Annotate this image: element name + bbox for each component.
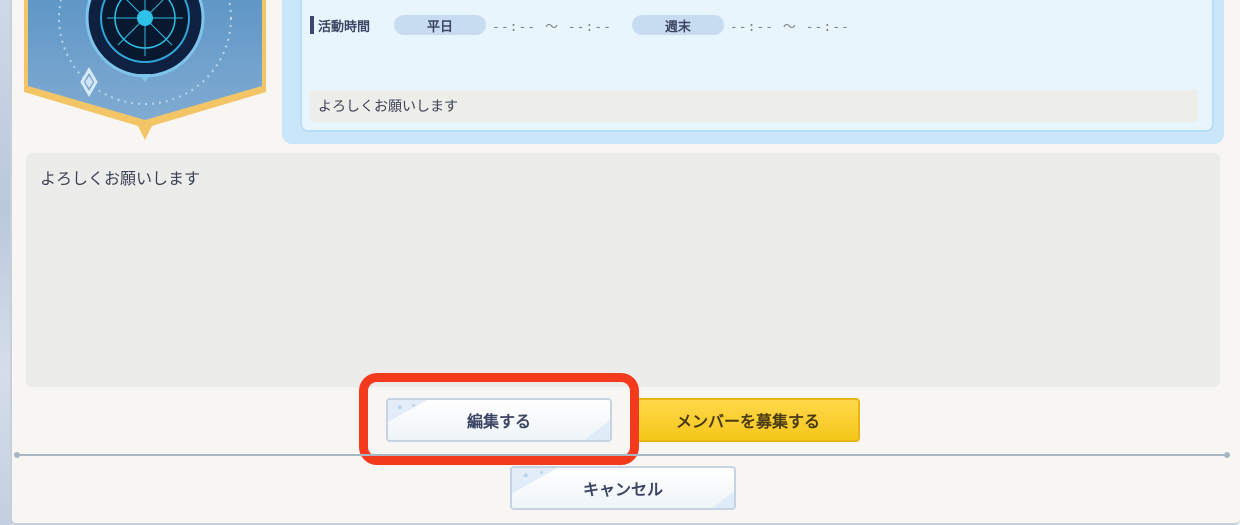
cancel-button[interactable]: キャンセル	[510, 466, 736, 510]
activity-time-label: 活動時間	[318, 19, 371, 35]
circle-emblem-banner	[24, 0, 266, 140]
weekday-badge: 平日	[394, 15, 486, 35]
edit-button[interactable]: 編集する	[386, 398, 612, 442]
edit-button-label: 編集する	[466, 412, 531, 431]
weekend-badge: 週末	[631, 15, 724, 35]
short-message-text: よろしくお願いします	[318, 99, 458, 115]
cancel-button-label: キャンセル	[582, 480, 663, 499]
weekday-time: --:-- ～ --:--	[492, 19, 612, 35]
recruit-button-label: メンバーを募集する	[675, 412, 820, 431]
activity-time-row: 活動時間 平日 --:-- ～ --:-- 週末 --:-- ～ --:--	[310, 13, 850, 37]
divider-line	[14, 452, 1230, 458]
message-text: よろしくお願いします	[40, 169, 201, 188]
recruit-members-button[interactable]: メンバーを募集する	[636, 398, 860, 442]
message-area: よろしくお願いします	[26, 153, 1220, 387]
section-marker	[310, 16, 314, 34]
weekend-time: --:-- ～ --:--	[729, 19, 850, 35]
short-message-box: よろしくお願いします	[310, 90, 1198, 122]
